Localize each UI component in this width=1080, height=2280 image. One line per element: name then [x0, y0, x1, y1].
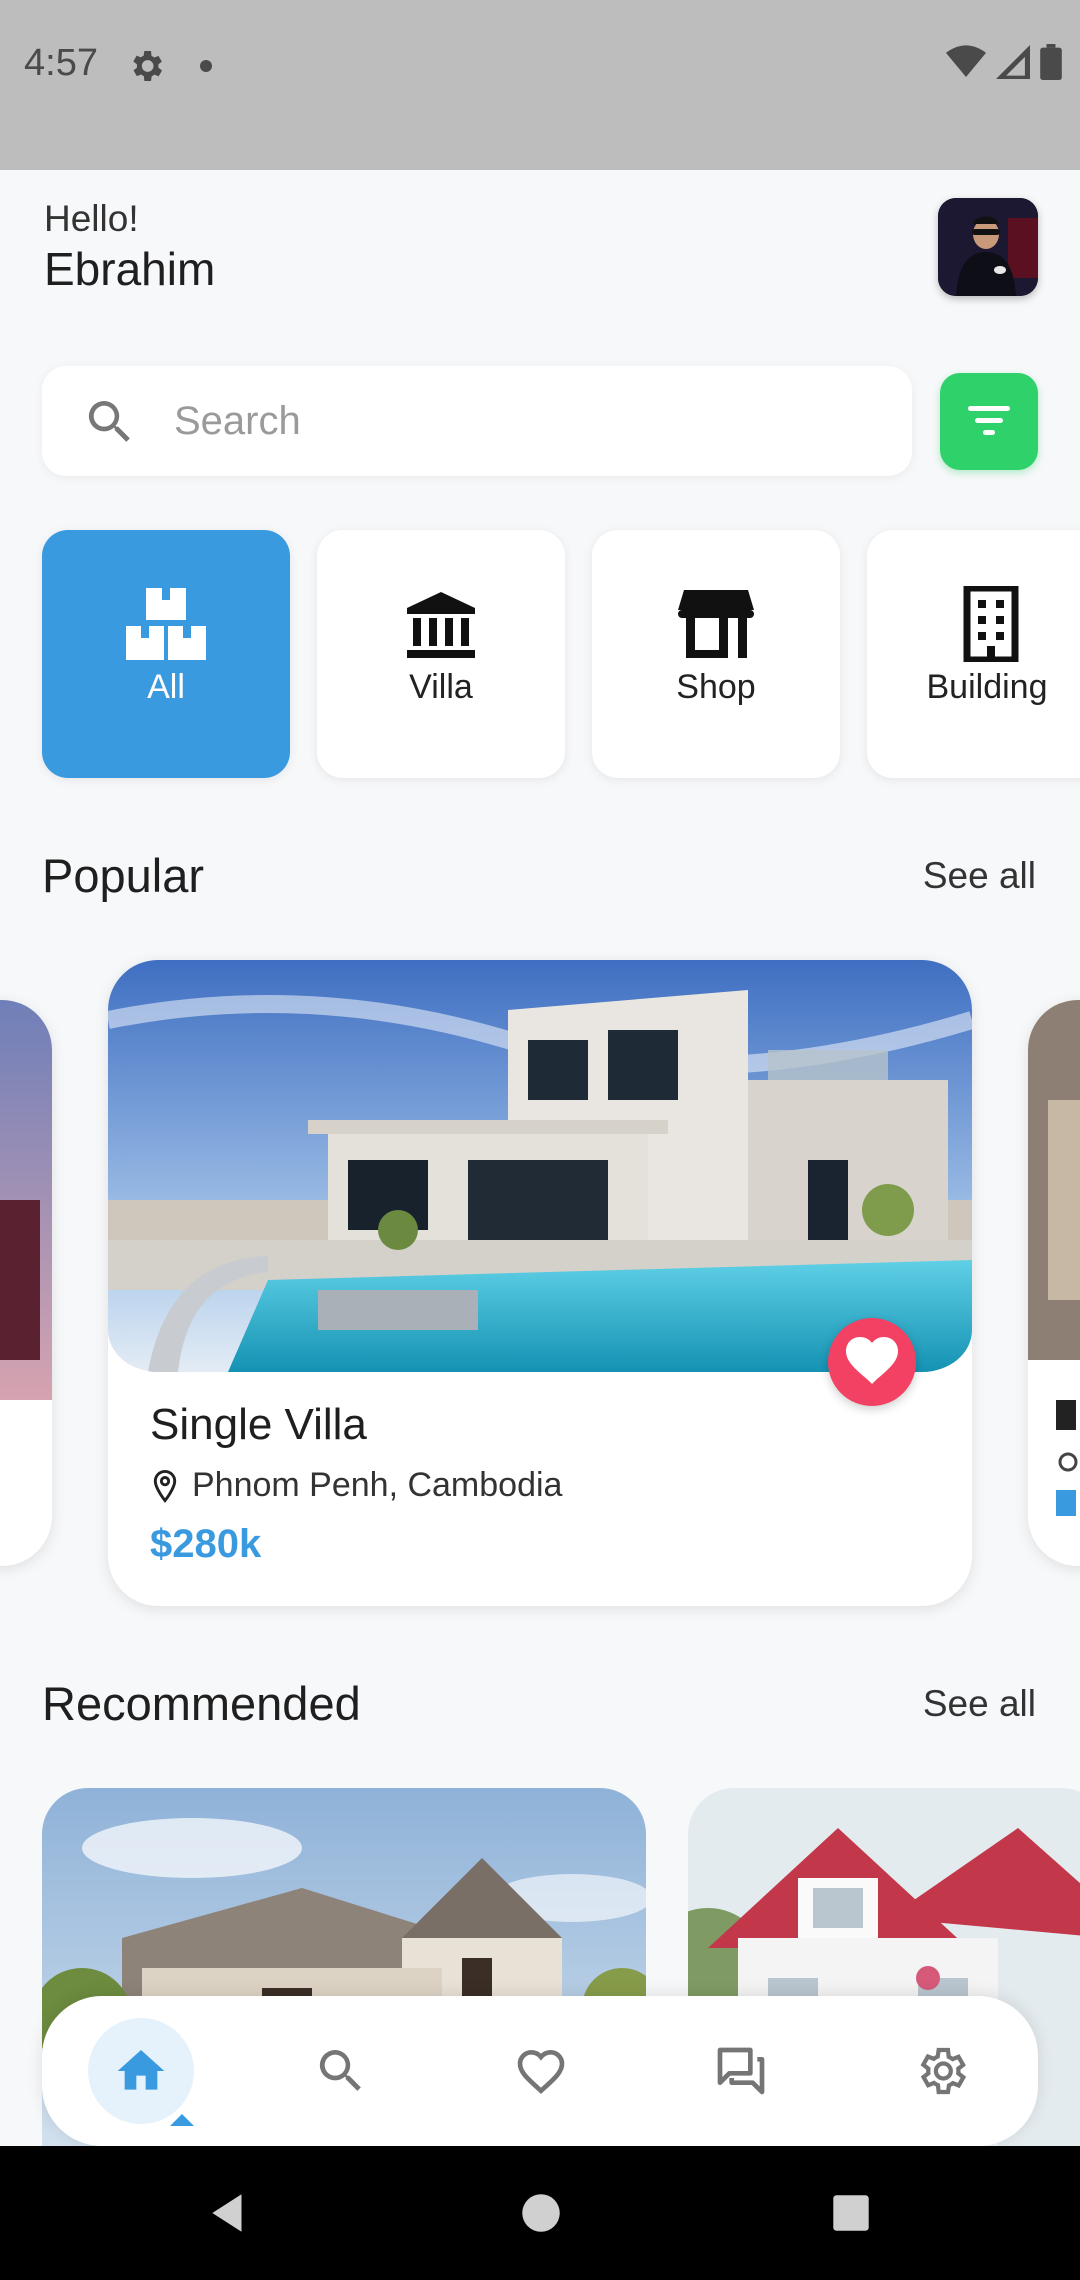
greeting-text: Hello!: [44, 198, 139, 239]
nav-messages[interactable]: [688, 2018, 794, 2124]
property-image: [0, 1000, 52, 1400]
user-name: Ebrahim: [44, 243, 216, 295]
category-label: Villa: [409, 668, 473, 706]
property-location: Phnom Penh, Cambodia: [150, 1466, 562, 1505]
back-icon[interactable]: [204, 2188, 254, 2238]
search-input[interactable]: [174, 366, 874, 476]
search-bar[interactable]: [42, 366, 912, 476]
status-time: 4:57: [24, 42, 98, 84]
nav-search[interactable]: [288, 2018, 394, 2124]
filter-button[interactable]: [940, 373, 1038, 470]
wifi-icon: [946, 45, 986, 77]
property-card-featured[interactable]: Single Villa Phnom Penh, Cambodia $280k: [108, 960, 972, 1606]
avatar-image: [938, 198, 1038, 296]
category-shop[interactable]: Shop: [592, 530, 840, 778]
search-icon: [88, 401, 130, 442]
settings-icon: [920, 2047, 967, 2095]
active-nav-indicator: [170, 2114, 194, 2126]
recommended-title: Recommended: [42, 1677, 361, 1730]
property-image: [108, 960, 972, 1372]
property-location-text: Phnom Penh, Cambodia: [192, 1466, 563, 1504]
chat-icon: [717, 2047, 765, 2095]
category-label: All: [147, 668, 185, 706]
building-icon: [963, 586, 1019, 662]
property-card-next[interactable]: [1028, 1000, 1080, 1566]
home-button-icon[interactable]: [516, 2188, 566, 2238]
category-villa[interactable]: Villa: [317, 530, 565, 778]
bottom-navigation: [42, 1996, 1038, 2146]
system-navigation-bar: [0, 2146, 1080, 2280]
recents-icon[interactable]: [826, 2188, 876, 2238]
property-name: Single Villa: [150, 1400, 367, 1449]
home-icon: [117, 2050, 165, 2090]
location-pin-icon: [153, 1469, 177, 1503]
nav-settings[interactable]: [888, 2018, 994, 2124]
signal-icon: [996, 45, 1030, 79]
recommended-see-all-link[interactable]: See all: [923, 1683, 1036, 1725]
status-bar: 4:57: [0, 0, 1080, 170]
battery-icon: [1040, 44, 1062, 80]
filter-icon: [968, 406, 1010, 435]
property-image: [1028, 1000, 1080, 1566]
category-all[interactable]: All: [42, 530, 290, 778]
category-label: Building: [926, 668, 1048, 706]
status-icons: [946, 44, 1062, 80]
boxes-icon: [126, 588, 206, 660]
settings-notification-icon: [133, 51, 162, 81]
avatar[interactable]: [938, 198, 1038, 296]
property-card-previous[interactable]: [0, 1000, 52, 1566]
popular-see-all-link[interactable]: See all: [923, 855, 1036, 897]
search-icon: [319, 2050, 361, 2091]
nav-favorites[interactable]: [488, 2018, 594, 2124]
nav-home[interactable]: [88, 2018, 194, 2124]
category-label: Shop: [676, 668, 756, 706]
heart-icon: [517, 2049, 565, 2095]
heart-icon: [846, 1337, 898, 1384]
notification-dot-icon: [200, 60, 212, 72]
favorite-button[interactable]: [828, 1318, 916, 1406]
popular-title: Popular: [42, 849, 204, 902]
category-building[interactable]: Building: [867, 530, 1080, 778]
bank-icon: [407, 592, 475, 658]
property-price: $280k: [150, 1522, 262, 1566]
storefront-icon: [678, 590, 754, 658]
